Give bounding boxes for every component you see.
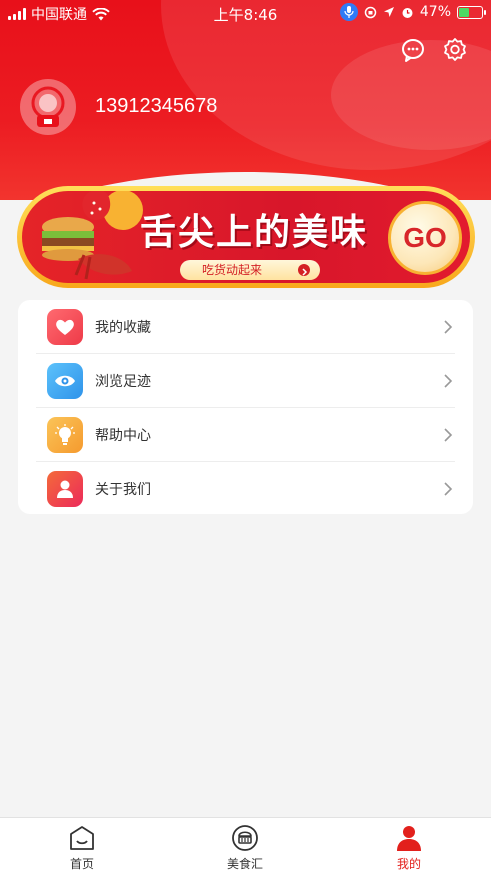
person-icon [47, 471, 83, 507]
chevron-right-icon [444, 482, 453, 496]
orientation-lock-icon [364, 6, 377, 18]
alarm-icon [402, 7, 413, 18]
menu-item-about[interactable]: 关于我们 [18, 462, 473, 516]
user-phone-number: 13912345678 [95, 95, 218, 117]
promo-banner[interactable]: 舌尖上的美味 吃货动起来 GO [17, 186, 475, 288]
menu-item-favorites[interactable]: 我的收藏 [18, 300, 473, 354]
profile-icon [397, 826, 421, 851]
microphone-icon [339, 3, 358, 21]
menu-item-label: 关于我们 [95, 482, 151, 498]
tab-food[interactable]: 美食汇 [195, 824, 295, 876]
chevron-right-icon [298, 264, 310, 276]
menu-item-history[interactable]: 浏览足迹 [18, 354, 473, 408]
eye-icon [47, 363, 83, 399]
banner-subtitle-button[interactable]: 吃货动起来 [180, 260, 320, 280]
battery-percent: 47% [419, 4, 451, 20]
go-label: GO [403, 222, 447, 253]
banner-subtitle: 吃货动起来 [202, 263, 263, 277]
chat-bubble-icon[interactable] [400, 37, 426, 63]
location-icon [383, 7, 394, 17]
chevron-right-icon [444, 374, 453, 388]
tab-label: 首页 [69, 857, 94, 871]
lightbulb-icon [47, 417, 83, 453]
menu-card: 我的收藏 浏览足迹 帮助中心 关于我们 [18, 300, 473, 514]
heart-icon [47, 309, 83, 345]
menu-item-label: 帮助中心 [95, 428, 151, 444]
banner-title: 舌尖上的美味 [140, 212, 369, 253]
avatar[interactable] [20, 79, 76, 135]
food-icon [232, 825, 258, 851]
menu-item-help[interactable]: 帮助中心 [18, 408, 473, 462]
tab-home[interactable]: 首页 [32, 824, 132, 876]
chevron-right-icon [444, 320, 453, 334]
avatar-placeholder-icon [31, 86, 65, 127]
tab-bar: 首页 美食汇 我的 [0, 817, 491, 877]
status-bar: 中国联通 上午8:46 47% [0, 0, 491, 26]
tab-label: 美食汇 [226, 857, 263, 871]
gear-icon[interactable] [442, 37, 468, 63]
go-button[interactable]: GO [388, 201, 462, 275]
tab-label: 我的 [396, 857, 421, 871]
chevron-right-icon [444, 428, 453, 442]
menu-item-label: 浏览足迹 [95, 374, 151, 390]
food-illustration [42, 191, 143, 280]
menu-item-label: 我的收藏 [95, 320, 151, 336]
battery-icon [457, 5, 486, 19]
home-icon [70, 826, 94, 850]
tab-mine[interactable]: 我的 [359, 824, 459, 876]
